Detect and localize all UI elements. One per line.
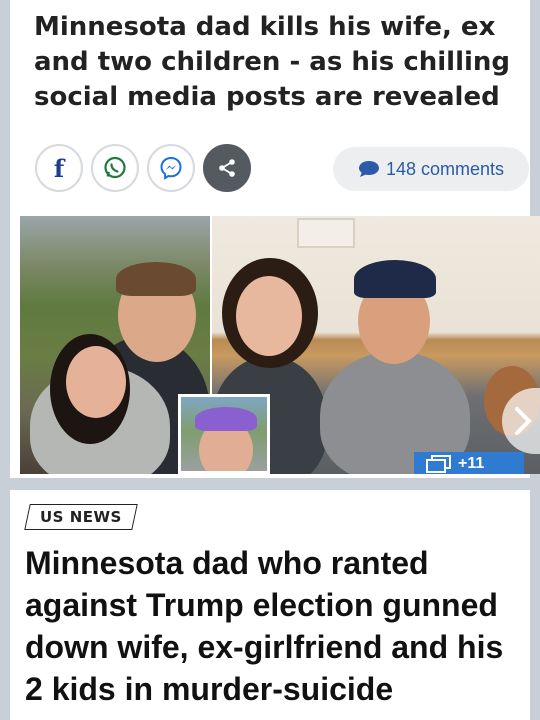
facebook-icon: f xyxy=(53,153,65,183)
share-icon xyxy=(219,159,235,177)
section-tag-label: US NEWS xyxy=(40,508,122,526)
section-tag[interactable]: US NEWS xyxy=(24,504,138,530)
share-bar: f 148 comments xyxy=(35,144,530,194)
article-photo-gallery[interactable]: +11 xyxy=(20,216,540,474)
inset-portrait-photo xyxy=(178,394,270,474)
article-headline: Minnesota dad kills his wife, ex and two… xyxy=(34,12,511,112)
share-button[interactable] xyxy=(203,144,251,192)
chevron-right-icon xyxy=(515,407,532,435)
article-card: Minnesota dad kills his wife, ex and two… xyxy=(10,0,540,478)
whatsapp-share-button[interactable] xyxy=(91,144,139,192)
facebook-share-button[interactable]: f xyxy=(35,144,83,192)
whatsapp-icon xyxy=(104,156,126,179)
messenger-icon xyxy=(160,156,182,180)
gallery-icon xyxy=(426,455,451,473)
comments-button[interactable]: 148 comments xyxy=(333,147,529,191)
related-article-card[interactable]: US NEWS Minnesota dad who ranted against… xyxy=(10,490,530,720)
comments-count: 148 comments xyxy=(385,158,505,179)
comment-bubble-icon xyxy=(358,161,379,177)
messenger-share-button[interactable] xyxy=(147,144,195,192)
related-article-headline[interactable]: Minnesota dad who ranted against Trump e… xyxy=(25,542,525,710)
gallery-more-count: +11 xyxy=(458,455,485,472)
gallery-count-badge[interactable]: +11 xyxy=(414,452,524,474)
